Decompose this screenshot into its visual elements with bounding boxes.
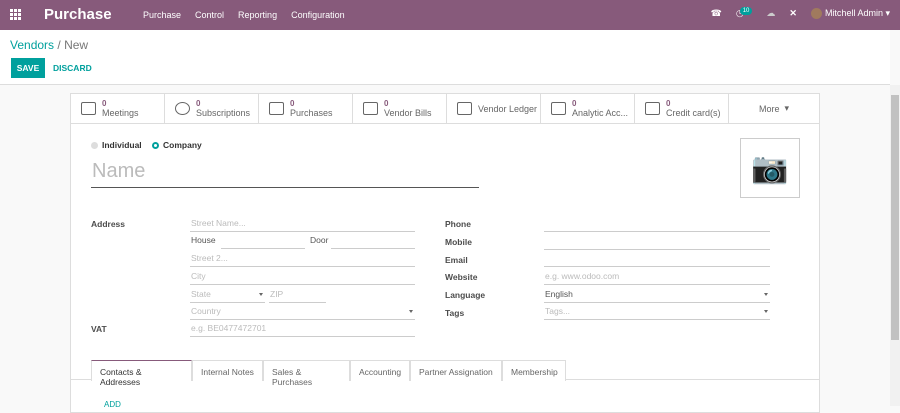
phone-input[interactable] — [544, 218, 770, 232]
address-label: Address — [91, 219, 126, 229]
user-name: Mitchell Admin — [824, 8, 883, 18]
notebook-tabs: Contacts & Addresses Internal Notes Sale… — [71, 359, 819, 387]
discard-button[interactable]: DISCARD — [53, 63, 92, 73]
menu-purchase[interactable]: Purchase — [143, 10, 181, 20]
app-title: Purchase — [44, 6, 112, 23]
debug-tools-icon[interactable]: ✕ — [789, 8, 797, 19]
apps-menu-icon[interactable] — [10, 9, 22, 20]
phone-label: Phone — [445, 219, 471, 229]
website-label: Website — [445, 272, 478, 282]
vendor-bills-button[interactable]: 0 Vendor Bills — [353, 94, 447, 123]
image-upload[interactable]: 📷 — [740, 138, 800, 198]
user-menu[interactable]: Mitchell Admin ▾ — [810, 8, 890, 20]
breadcrumb-current: New — [64, 38, 89, 52]
breadcrumb: Vendors / New — [10, 38, 89, 52]
language-label: Language — [445, 290, 486, 300]
meetings-button[interactable]: 0 Meetings — [71, 94, 165, 123]
state-select[interactable]: State — [190, 289, 265, 303]
edit-icon — [457, 102, 472, 115]
country-select[interactable]: Country — [190, 306, 415, 320]
radio-company[interactable]: Company — [152, 140, 202, 150]
name-input[interactable]: Name — [91, 154, 479, 188]
mobile-input[interactable] — [544, 236, 770, 250]
edit-icon — [363, 102, 378, 115]
tags-input[interactable]: Tags... — [544, 306, 770, 320]
add-contact-link[interactable]: ADD — [104, 400, 121, 409]
zip-input[interactable]: ZIP — [269, 289, 326, 303]
tab-partner-assignation[interactable]: Partner Assignation — [410, 360, 502, 381]
city-input[interactable]: City — [190, 271, 415, 285]
refresh-icon — [175, 102, 190, 115]
activity-icon[interactable]: ◷10 — [736, 7, 753, 19]
radio-individual[interactable]: Individual — [91, 140, 142, 150]
house-label: House — [191, 235, 216, 245]
tab-contacts-addresses[interactable]: Contacts & Addresses — [91, 360, 192, 387]
phone-icon[interactable]: ☎ — [711, 8, 722, 19]
vat-input[interactable]: e.g. BE0477472701 — [190, 323, 415, 337]
tab-sales-purchases[interactable]: Sales & Purchases — [263, 360, 350, 387]
calendar-icon — [81, 102, 96, 115]
menu-control[interactable]: Control — [195, 10, 224, 20]
mobile-label: Mobile — [445, 237, 472, 247]
credit-cards-button[interactable]: 0 Credit card(s) — [635, 94, 729, 123]
website-input[interactable]: e.g. www.odoo.com — [544, 271, 770, 285]
camera-add-icon: 📷 — [751, 151, 789, 185]
control-panel: Vendors / New SAVE DISCARD — [0, 30, 890, 85]
tab-internal-notes[interactable]: Internal Notes — [192, 360, 263, 381]
menu-configuration[interactable]: Configuration — [291, 10, 345, 20]
door-label: Door — [310, 235, 329, 245]
tags-label: Tags — [445, 308, 465, 318]
chat-icon[interactable]: ☁ — [766, 8, 775, 19]
purchases-button[interactable]: 0 Purchases — [259, 94, 353, 123]
vendor-ledger-button[interactable]: Vendor Ledger — [447, 94, 541, 123]
door-input[interactable] — [331, 235, 415, 249]
subscriptions-button[interactable]: 0 Subscriptions — [165, 94, 259, 123]
vat-label: VAT — [91, 324, 107, 334]
smart-button-box: 0 Meetings 0 Subscriptions 0 Purchases 0 Ven… — [71, 94, 819, 124]
scrollbar[interactable] — [890, 85, 900, 406]
credit-card-icon — [645, 102, 660, 115]
language-select[interactable]: English — [544, 289, 770, 303]
cart-icon — [269, 102, 284, 115]
avatar — [810, 8, 822, 20]
street-input[interactable]: Street Name... — [190, 218, 415, 232]
more-button[interactable]: More ▾ — [729, 94, 819, 123]
activity-badge: 10 — [739, 7, 753, 16]
save-button[interactable]: SAVE — [11, 58, 45, 78]
email-input[interactable] — [544, 253, 770, 267]
email-label: Email — [445, 255, 468, 265]
book-icon — [551, 102, 566, 115]
street2-input[interactable]: Street 2... — [190, 253, 415, 267]
analytic-accounts-button[interactable]: 0 Analytic Acc... — [541, 94, 635, 123]
tab-accounting[interactable]: Accounting — [350, 360, 410, 381]
form-sheet: 0 Meetings 0 Subscriptions 0 Purchases 0 Ven… — [70, 93, 820, 413]
tab-membership[interactable]: Membership — [502, 360, 566, 381]
breadcrumb-vendors[interactable]: Vendors — [10, 38, 54, 52]
house-input[interactable] — [221, 235, 305, 249]
top-navbar: Purchase Purchase Control Reporting Conf… — [0, 0, 900, 30]
menu-reporting[interactable]: Reporting — [238, 10, 277, 20]
